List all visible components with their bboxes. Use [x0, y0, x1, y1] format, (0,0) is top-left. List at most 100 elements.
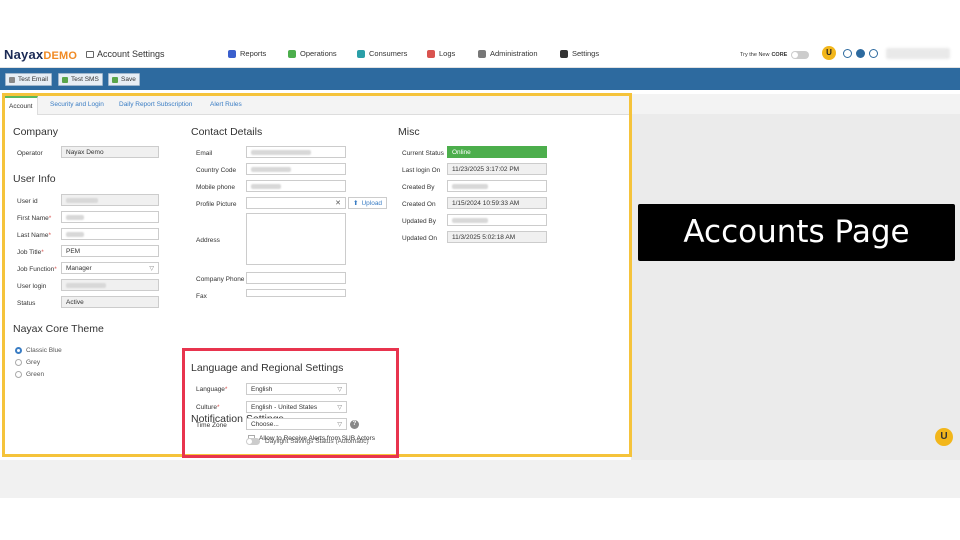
nav-logs[interactable]: Logs [427, 49, 455, 58]
clock-icon[interactable] [869, 49, 878, 58]
theme-heading: Nayax Core Theme [13, 323, 104, 335]
settings-page-icon [86, 51, 94, 58]
user-menu[interactable] [886, 48, 950, 59]
theme-option-green[interactable]: Green [15, 371, 44, 378]
action-toolbar: Test Email Test SMS Save [0, 68, 960, 90]
created-by-field [447, 180, 547, 192]
updated-by-field [447, 214, 547, 226]
user-id-label: User id [17, 198, 38, 205]
administration-icon [478, 49, 486, 58]
job-title-label: Job Title* [17, 249, 44, 256]
tab-daily-report[interactable]: Daily Report Subscription [119, 101, 192, 108]
email-icon [9, 76, 15, 83]
job-title-input[interactable]: PEM [61, 245, 159, 257]
help-icon[interactable]: ? [350, 420, 359, 429]
regional-heading: Language and Regional Settings [191, 362, 344, 374]
updated-by-label: Updated By [402, 218, 436, 225]
nav-administration[interactable]: Administration [478, 49, 538, 58]
first-name-input[interactable] [61, 211, 159, 223]
theme-option-classic-blue[interactable]: Classic Blue [15, 347, 62, 354]
misc-heading: Misc [398, 126, 420, 138]
last-name-input[interactable] [61, 228, 159, 240]
tab-strip-background [631, 94, 960, 114]
search-icon[interactable] [843, 49, 852, 58]
first-name-label: First Name* [17, 215, 52, 222]
fax-input[interactable] [246, 289, 346, 297]
clear-icon[interactable]: ✕ [335, 199, 341, 207]
app-window: NayaxDEMO Account Settings Reports Opera… [0, 42, 960, 498]
timezone-select[interactable]: Choose... ▽ [246, 418, 347, 430]
country-code-select[interactable] [246, 163, 346, 175]
upload-icon: ⬆ [353, 200, 359, 207]
consumers-icon [357, 49, 365, 58]
tab-account[interactable]: Account [5, 96, 38, 115]
culture-select[interactable]: English - United States ▽ [246, 401, 347, 413]
help-badge-icon[interactable]: U [935, 428, 953, 446]
current-status-label: Current Status [402, 150, 444, 157]
page-title: Account Settings [86, 49, 165, 59]
sms-icon [62, 76, 68, 83]
upload-button[interactable]: ⬆ Upload [348, 197, 388, 209]
updated-on-label: Updated On [402, 235, 438, 242]
globe-icon[interactable] [856, 49, 865, 58]
user-id-field [61, 194, 159, 206]
theme-option-grey[interactable]: Grey [15, 359, 40, 366]
company-phone-input[interactable] [246, 272, 346, 284]
chevron-down-icon: ▽ [337, 387, 342, 393]
company-heading: Company [13, 126, 58, 138]
nav-consumers[interactable]: Consumers [357, 49, 407, 58]
try-core-toggle[interactable]: Try the New CORE [740, 51, 810, 59]
job-function-label: Job Function* [17, 266, 57, 273]
culture-label: Culture* [196, 404, 220, 411]
regional-settings-highlight: Language and Regional Settings Language*… [182, 348, 399, 458]
tab-security-login[interactable]: Security and Login [50, 101, 104, 108]
dst-label: Daylight Savings Status (Automatic) [265, 438, 369, 445]
nav-settings[interactable]: Settings [560, 49, 599, 58]
status-field: Active [61, 296, 159, 308]
nav-operations[interactable]: Operations [288, 49, 337, 58]
mobile-phone-input[interactable] [246, 180, 346, 192]
operator-label: Operator [17, 150, 43, 157]
user-login-field [61, 279, 159, 291]
dst-toggle[interactable] [246, 438, 260, 445]
logs-icon [427, 49, 435, 58]
core-toggle-switch[interactable] [791, 51, 810, 59]
created-by-label: Created By [402, 184, 435, 191]
save-button[interactable]: Save [108, 73, 140, 86]
accounts-page-callout: Accounts Page [638, 204, 955, 261]
user-badge-icon[interactable]: U [822, 46, 836, 60]
operations-icon [288, 49, 296, 58]
address-textarea[interactable] [246, 213, 346, 265]
profile-picture-label: Profile Picture [196, 201, 237, 208]
fax-label: Fax [196, 293, 207, 300]
user-info-heading: User Info [13, 173, 56, 185]
company-phone-label: Company Phone [196, 276, 245, 283]
created-on-field: 1/15/2024 10:59:33 AM [447, 197, 547, 209]
contact-heading: Contact Details [191, 126, 263, 138]
save-icon [112, 76, 118, 83]
tab-alert-rules[interactable]: Alert Rules [210, 101, 242, 108]
timezone-label: Time Zone [196, 422, 227, 429]
settings-icon [560, 49, 568, 58]
user-login-label: User login [17, 283, 47, 290]
updated-on-field: 11/3/2025 5:02:18 AM [447, 231, 547, 243]
current-status-field: Online [447, 146, 547, 158]
nav-reports[interactable]: Reports [228, 49, 266, 58]
last-name-label: Last Name* [17, 232, 51, 239]
job-function-select[interactable]: Manager ▽ [61, 262, 159, 274]
brand-logo[interactable]: NayaxDEMO [4, 47, 77, 62]
last-login-field: 11/23/2025 3:17:02 PM [447, 163, 547, 175]
created-on-label: Created On [402, 201, 436, 208]
test-sms-button[interactable]: Test SMS [58, 73, 103, 86]
profile-picture-input[interactable]: ✕ [246, 197, 346, 209]
last-login-label: Last login On [402, 167, 441, 174]
test-email-button[interactable]: Test Email [5, 73, 52, 86]
content-background [631, 94, 960, 460]
email-input[interactable] [246, 146, 346, 158]
chevron-down-icon: ▽ [337, 422, 342, 428]
footer-area [0, 460, 960, 498]
language-select[interactable]: English ▽ [246, 383, 347, 395]
operator-field: Nayax Demo [61, 146, 159, 158]
chevron-down-icon: ▽ [149, 266, 154, 272]
mobile-phone-label: Mobile phone [196, 184, 236, 191]
